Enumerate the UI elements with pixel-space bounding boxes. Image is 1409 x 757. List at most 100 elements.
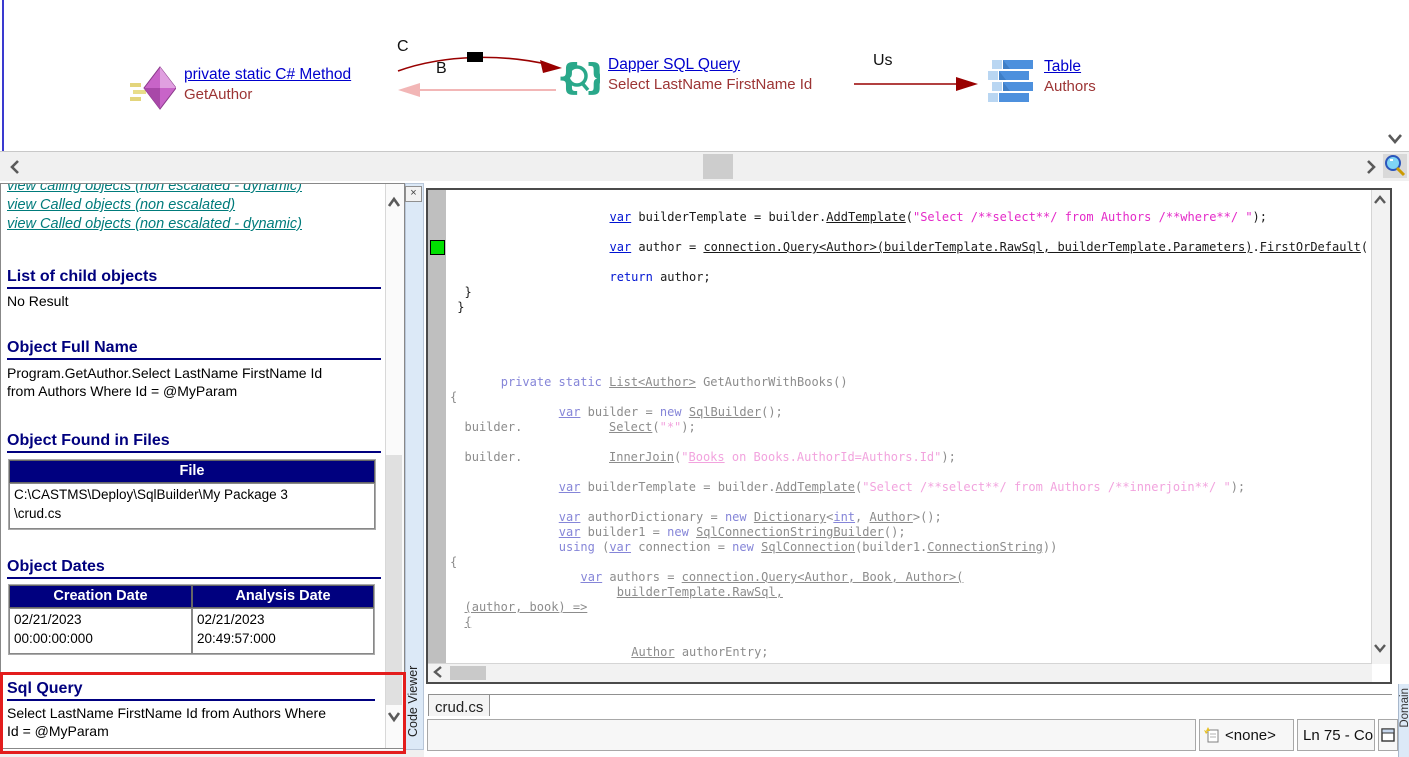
code-line: var builderTemplate = builder.AddTemplat…	[450, 480, 1370, 495]
object-view-links: view calling objects (non escalated - dy…	[7, 183, 302, 234]
code-hscrollbar[interactable]	[428, 663, 1372, 682]
edge-label-us: Us	[873, 52, 893, 70]
code-viewer-vertical-tab[interactable]: Code Viewer	[406, 655, 423, 747]
sql-query-value: Select LastName FirstName Id from Author…	[7, 704, 379, 740]
edge-label-c: C	[397, 38, 409, 56]
code-line	[450, 345, 1370, 360]
app-window: { "colors": { "accent_navy": "#000080", …	[0, 0, 1409, 757]
code-line: {	[450, 615, 1370, 630]
code-line: }	[450, 300, 1370, 315]
code-vscrollbar[interactable]	[1371, 190, 1390, 664]
code-viewer-panel: var builderTemplate = builder.AddTemplat…	[426, 188, 1392, 684]
code-line: return author;	[450, 270, 1370, 285]
object-full-name-value: Program.GetAuthor.Select LastName FirstN…	[7, 364, 379, 400]
method-node-link[interactable]: private static C# Method	[184, 66, 351, 84]
table-node-name: Authors	[1044, 78, 1096, 95]
code-hscroll-thumb[interactable]	[450, 666, 486, 680]
domain-vertical-tab[interactable]: Domain	[1398, 684, 1409, 757]
analysis-date-cell: 02/21/2023 20:49:57:000	[192, 608, 374, 654]
query-node-link[interactable]: Dapper SQL Query	[608, 56, 812, 74]
file-table-header: File	[9, 460, 375, 483]
code-line	[450, 225, 1370, 240]
code-scroll-up-icon[interactable]	[1373, 194, 1388, 206]
view-called-objects-dynamic-link[interactable]: view Called objects (non escalated - dyn…	[7, 215, 302, 234]
code-line	[450, 495, 1370, 510]
code-line: using (var connection = new SqlConnectio…	[450, 540, 1370, 555]
sql-query-heading: Sql Query	[7, 680, 375, 701]
code-scroll-left-icon[interactable]	[432, 665, 444, 679]
code-line: var authorDictionary = new Dictionary<in…	[450, 510, 1370, 525]
code-line	[450, 630, 1370, 645]
annotation-selector[interactable]: <none>	[1199, 719, 1294, 751]
query-node-name: Select LastName FirstName Id	[608, 76, 812, 93]
object-dates-heading: Object Dates	[7, 558, 381, 579]
code-line: var builder = new SqlBuilder();	[450, 405, 1370, 420]
cursor-position-value: Ln 75 - Co	[1303, 727, 1373, 744]
code-scroll-down-icon[interactable]	[1373, 642, 1388, 654]
creation-date-header: Creation Date	[9, 585, 192, 608]
code-line: {	[450, 555, 1370, 570]
diagram-hscroll-thumb[interactable]	[703, 154, 733, 179]
file-table-cell: C:\CASTMS\Deploy\SqlBuilder\My Package 3…	[9, 483, 375, 529]
file-tab-crud-cs[interactable]: crud.cs	[428, 694, 490, 716]
object-found-in-files-heading: Object Found in Files	[7, 432, 381, 453]
edge-selection-handle[interactable]	[467, 52, 483, 62]
properties-scroll-down-icon[interactable]	[386, 710, 403, 724]
file-table: File C:\CASTMS\Deploy\SqlBuilder\My Pack…	[8, 459, 376, 530]
analysis-date-header: Analysis Date	[192, 585, 374, 608]
window-icon	[1381, 728, 1395, 742]
tab-bar-divider	[490, 694, 1392, 695]
code-line: Author authorEntry;	[450, 645, 1370, 660]
close-icon[interactable]: ×	[405, 186, 422, 202]
properties-scroll-thumb[interactable]	[386, 455, 402, 705]
code-line: builderTemplate.RawSql,	[450, 585, 1370, 600]
code-line: {	[450, 390, 1370, 405]
code-line: (author, book) =>	[450, 600, 1370, 615]
code-line: builder. Select("*");	[450, 420, 1370, 435]
table-node-link[interactable]: Table	[1044, 58, 1096, 76]
method-node-name: GetAuthor	[184, 86, 351, 103]
code-line: var author = connection.Query<Author>(bu…	[450, 240, 1370, 255]
code-line	[450, 315, 1370, 330]
domain-tab-label: Domain	[1399, 688, 1409, 728]
code-line: var builderTemplate = builder.AddTemplat…	[450, 210, 1370, 225]
code-line: private static List<Author> GetAuthorWit…	[450, 375, 1370, 390]
file-tab-label: crud.cs	[429, 695, 489, 716]
diagram-panel: C B Us private static C# Method GetAutho…	[0, 0, 1409, 152]
sql-query-icon: { }	[556, 56, 600, 100]
properties-scroll-up-icon[interactable]	[386, 196, 403, 210]
code-line	[450, 465, 1370, 480]
diagram-scroll-right-icon[interactable]	[1364, 158, 1378, 176]
code-line	[450, 435, 1370, 450]
annotation-value: <none>	[1225, 727, 1276, 744]
code-line: var authors = connection.Query<Author, B…	[450, 570, 1370, 585]
object-full-name-heading: Object Full Name	[7, 339, 381, 360]
table-icon	[988, 58, 1036, 104]
object-properties-panel: view calling objects (non escalated - dy…	[0, 183, 405, 749]
zoom-tool-icon[interactable]	[1383, 154, 1407, 178]
method-icon	[130, 66, 176, 112]
annotation-icon	[1204, 727, 1221, 744]
code-content: var builderTemplate = builder.AddTemplat…	[450, 210, 1370, 664]
code-line: var builder1 = new SqlConnectionStringBu…	[450, 525, 1370, 540]
diagram-node-query[interactable]: { } Dapper SQL Query Select LastName Fir…	[556, 56, 812, 100]
status-message-area	[427, 719, 1196, 751]
child-objects-value: No Result	[7, 292, 379, 310]
dates-table: Creation Date Analysis Date 02/21/2023 0…	[8, 584, 375, 655]
diagram-scroll-left-icon[interactable]	[8, 158, 22, 176]
diagram-node-method[interactable]: private static C# Method GetAuthor	[130, 66, 351, 112]
creation-date-cell: 02/21/2023 00:00:00:000	[9, 608, 192, 654]
code-gutter	[428, 190, 446, 664]
window-toggle-button[interactable]	[1378, 719, 1398, 751]
diagram-node-table[interactable]: Table Authors	[988, 58, 1096, 104]
view-called-objects-link[interactable]: view Called objects (non escalated)	[7, 196, 302, 215]
diagram-scroll-down-icon[interactable]	[1386, 132, 1404, 146]
cursor-position-status: Ln 75 - Co	[1297, 719, 1375, 751]
bottom-edge-strip	[0, 750, 424, 757]
child-objects-heading: List of child objects	[7, 268, 381, 289]
code-bookmark-marker[interactable]	[430, 240, 445, 255]
code-line	[450, 360, 1370, 375]
code-line: }	[450, 285, 1370, 300]
edge-label-b: B	[436, 60, 447, 78]
view-calling-objects-link[interactable]: view calling objects (non escalated - dy…	[7, 183, 302, 196]
